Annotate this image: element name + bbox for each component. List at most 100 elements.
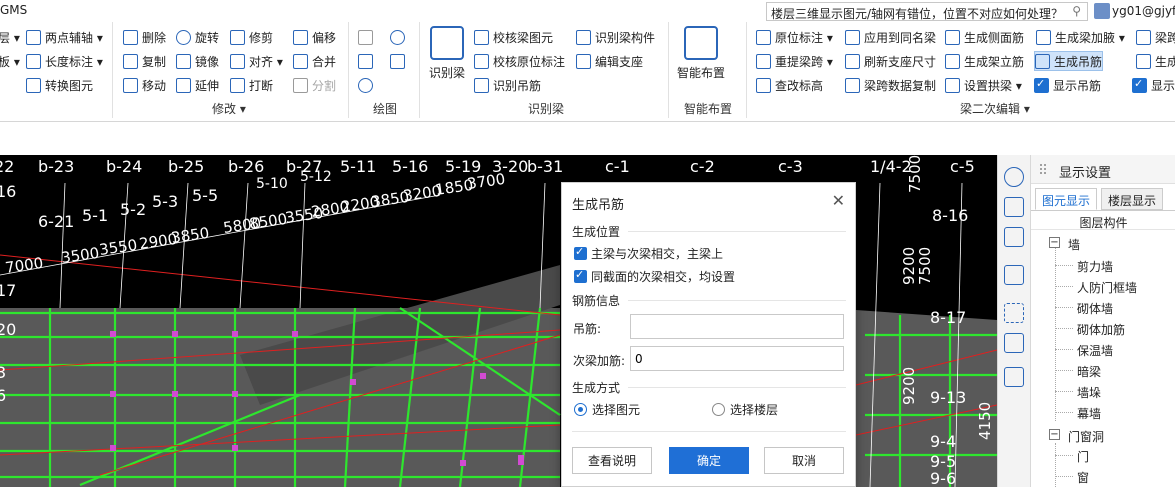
break-button[interactable]: 打断 — [230, 75, 273, 95]
identify-beam-button[interactable]: 识别梁 — [427, 26, 467, 81]
tree-item-door[interactable]: 门 — [1031, 445, 1175, 466]
offset-button[interactable]: 偏移 — [293, 27, 336, 47]
orbit-icon[interactable] — [1004, 167, 1024, 187]
line-tool[interactable] — [358, 51, 377, 71]
length-dimension-button[interactable]: 长度标注 ▾ — [26, 51, 103, 71]
slab-region — [856, 310, 997, 487]
drag-handle[interactable] — [1039, 163, 1047, 176]
mirror-button[interactable]: 镜像 — [176, 51, 219, 71]
merge-button[interactable]: 合并 — [293, 51, 336, 71]
side-rebar-button[interactable]: 生成侧面筋 — [945, 27, 1024, 47]
select-floor-radio[interactable]: 选择楼层 — [712, 401, 778, 417]
erection-rebar-button[interactable]: 生成架立筋 — [945, 51, 1024, 71]
box-view-icon[interactable] — [1004, 265, 1024, 285]
check-elevation-button[interactable]: 查改标高 — [756, 75, 823, 95]
select-element-radio[interactable]: 选择图元 — [574, 401, 640, 417]
cancel-button[interactable]: 取消 — [764, 447, 844, 474]
tree-item-shear-wall[interactable]: 剪力墙 — [1031, 255, 1175, 276]
check-original-annotation-button[interactable]: 校核原位标注 — [474, 51, 565, 71]
trim-button[interactable]: 修剪 — [230, 27, 273, 47]
hanger-input[interactable] — [630, 314, 844, 339]
show-hanger-checkbox[interactable]: 显示吊筋 — [1034, 75, 1101, 95]
dimension-label: 7500 — [906, 155, 924, 193]
identify-beam-member-button[interactable]: 识别梁构件 — [576, 27, 655, 47]
search-icon[interactable]: ⚲ — [1072, 4, 1081, 18]
collapse-icon[interactable]: − — [1049, 237, 1060, 248]
tree-item-civil-defense-wall[interactable]: 人防门框墙 — [1031, 276, 1175, 297]
beam-haunch-button[interactable]: 生成梁加腋 ▾ — [1036, 27, 1125, 47]
modify-group-label[interactable]: 修改 ▾ — [212, 100, 246, 117]
option-same-section-checkbox[interactable]: 同截面的次梁相交，均设置 — [574, 268, 735, 284]
split-button[interactable]: 分割 — [293, 75, 336, 95]
collapse-icon[interactable]: − — [1049, 429, 1060, 440]
refresh-support-size-button[interactable]: 刷新支座尺寸 — [845, 51, 936, 71]
set-arch-beam-button[interactable]: 设置拱梁 ▾ — [945, 75, 1022, 95]
edit-support-button[interactable]: 编辑支座 — [576, 51, 643, 71]
convert-element-button[interactable]: 转换图元 — [26, 75, 93, 95]
delete-button[interactable]: 删除 — [123, 27, 166, 47]
check-beam-element-button[interactable]: 校核梁图元 — [474, 27, 553, 47]
axis-label: b-23 — [38, 157, 74, 176]
dimension-label: 3500 — [60, 244, 100, 267]
erection-rebar-label: 生成架立筋 — [964, 54, 1025, 69]
copy-button[interactable]: 复制 — [123, 51, 166, 71]
extra-rebar-input[interactable] — [630, 346, 844, 371]
beam-span-button[interactable]: 梁跨 — [1136, 27, 1175, 47]
apply-same-name-button[interactable]: 应用到同名梁 — [845, 27, 936, 47]
tree-item-curtain-wall[interactable]: 幕墙 — [1031, 402, 1175, 423]
tree-item-insulation-wall[interactable]: 保温墙 — [1031, 339, 1175, 360]
extend-button[interactable]: 延伸 — [176, 75, 219, 95]
secondary-group-label[interactable]: 梁二次编辑 ▾ — [960, 100, 1030, 117]
rect-tool[interactable] — [390, 51, 409, 71]
align-button[interactable]: 对齐 ▾ — [230, 51, 283, 71]
tree-item-masonry-wall[interactable]: 砌体墙 — [1031, 297, 1175, 318]
tree-item-concealed-beam[interactable]: 暗梁 — [1031, 360, 1175, 381]
identify-hanger-button[interactable]: 识别吊筋 — [474, 75, 541, 95]
panel-header: 显示设置 — [1031, 155, 1175, 184]
tab-floor-display[interactable]: 楼层显示 — [1101, 188, 1164, 210]
avatar[interactable] — [1094, 3, 1110, 19]
point-tool[interactable] — [358, 27, 377, 47]
user-name[interactable]: yg01@gjyfp — [1112, 4, 1175, 18]
ok-button[interactable]: 确定 — [669, 447, 749, 474]
span-data-copy-label: 梁跨数据复制 — [864, 78, 937, 93]
layer-dropdown[interactable]: 层 ▾ — [0, 27, 20, 47]
smart-layout-button[interactable]: 智能布置 — [674, 26, 728, 81]
rotate-button[interactable]: 旋转 — [176, 27, 219, 47]
arc-tool[interactable] — [358, 75, 377, 95]
properties-icon[interactable] — [1004, 367, 1024, 387]
option-main-beam-checkbox[interactable]: 主梁与次梁相交，主梁上 — [574, 245, 723, 261]
move-button[interactable]: 移动 — [123, 75, 166, 95]
smart-layout-label: 智能布置 — [676, 66, 725, 80]
break-icon — [230, 77, 245, 93]
erection-rebar-icon — [945, 53, 960, 69]
set-arch-beam-label: 设置拱梁 ▾ — [964, 78, 1022, 93]
3d-view-icon[interactable] — [1004, 197, 1024, 217]
tree-item-wall-pier[interactable]: 墙垛 — [1031, 381, 1175, 402]
close-icon[interactable]: ✕ — [832, 191, 845, 210]
fit-view-icon[interactable] — [1004, 303, 1024, 323]
re-extract-span-button[interactable]: 重提梁跨 ▾ — [756, 51, 833, 71]
tree-item-label: 砌体墙 — [1077, 302, 1114, 316]
tab-element-display[interactable]: 图元显示 — [1035, 188, 1098, 210]
circle-tool[interactable] — [390, 27, 409, 47]
generate-more-button[interactable]: 生成 — [1136, 51, 1175, 71]
help-button[interactable]: 查看说明 — [572, 447, 652, 474]
help-search-input[interactable]: 楼层三维显示图元/轴网有错位，位置不对应如何处理？ ⚲ — [766, 2, 1088, 21]
trim-icon — [230, 29, 245, 45]
tree-item-label: 暗梁 — [1077, 365, 1102, 379]
show-more-checkbox[interactable]: 显示 — [1132, 75, 1175, 95]
tree-category-openings[interactable]: − 门窗洞 — [1031, 425, 1175, 446]
tree-category-wall[interactable]: − 墙 — [1031, 233, 1175, 254]
tree-item-window[interactable]: 窗 — [1031, 466, 1175, 487]
annotation-icon — [474, 53, 489, 69]
cube-view-icon[interactable] — [1004, 227, 1024, 247]
two-point-axis-button[interactable]: 两点辅轴 ▾ — [26, 27, 103, 47]
tree-item-masonry-rebar[interactable]: 砌体加筋 — [1031, 318, 1175, 339]
in-situ-annotation-button[interactable]: 原位标注 ▾ — [756, 27, 833, 47]
rotate-icon — [176, 29, 191, 45]
selection-box-icon[interactable] — [1004, 333, 1024, 353]
slab-dropdown[interactable]: 板 ▾ — [0, 51, 20, 71]
span-data-copy-button[interactable]: 梁跨数据复制 — [845, 75, 936, 95]
generate-hanger-button[interactable]: 生成吊筋 — [1034, 51, 1104, 71]
